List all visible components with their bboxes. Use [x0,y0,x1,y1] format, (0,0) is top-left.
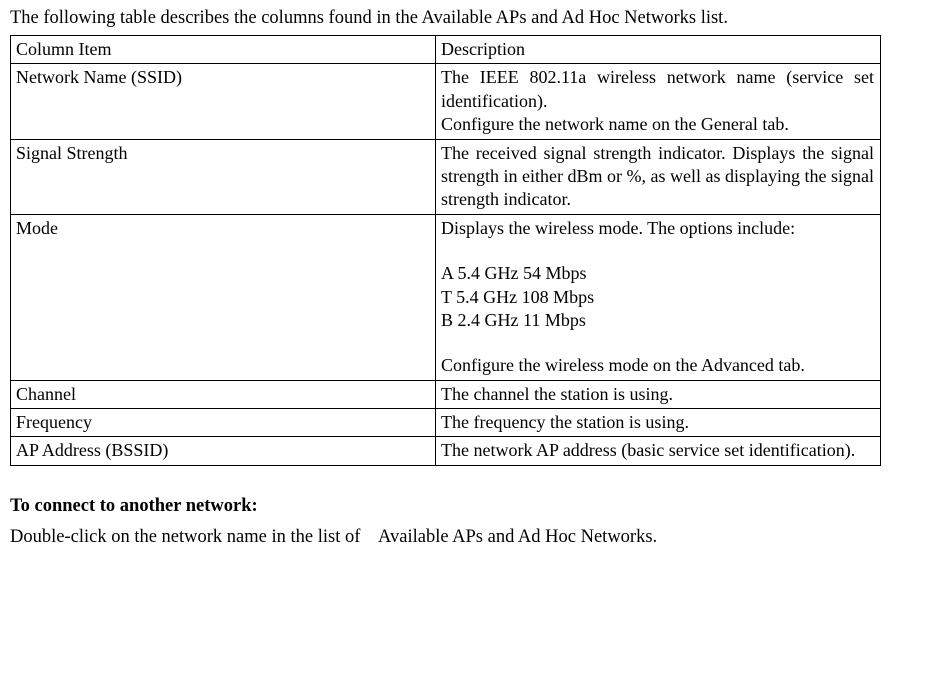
intro-text: The following table describes the column… [10,8,921,29]
row-description: The IEEE 802.11a wireless network name (… [436,64,881,139]
row-description: The network AP address (basic service se… [436,437,881,465]
row-name: AP Address (BSSID) [11,437,436,465]
row-description: The frequency the station is using. [436,409,881,437]
instruction-text: Double-click on the network name in the … [10,527,921,548]
header-description: Description [436,36,881,64]
mode-option: B 2.4 GHz 11 Mbps [441,309,874,332]
table-row: Channel The channel the station is using… [11,380,881,408]
row-description: Displays the wireless mode. The options … [436,214,881,380]
row-name: Channel [11,380,436,408]
mode-option: A 5.4 GHz 54 Mbps [441,262,874,285]
table-row: Mode Displays the wireless mode. The opt… [11,214,881,380]
instruction-part2: Available APs and Ad Hoc Networks. [378,527,657,547]
desc-intro: Displays the wireless mode. The options … [441,217,874,240]
section-heading: To connect to another network: [10,496,921,517]
row-name: Frequency [11,409,436,437]
instruction-part1: Double-click on the network name in the … [10,527,360,547]
row-name: Mode [11,214,436,380]
desc-text: The IEEE 802.11a wireless network name (… [441,66,874,113]
table-row: AP Address (BSSID) The network AP addres… [11,437,881,465]
desc-outro: Configure the wireless mode on the Advan… [441,354,874,377]
table-row: Signal Strength The received signal stre… [11,139,881,214]
table-row: Frequency The frequency the station is u… [11,409,881,437]
header-column-item: Column Item [11,36,436,64]
table-row: Network Name (SSID) The IEEE 802.11a wir… [11,64,881,139]
columns-table: Column Item Description Network Name (SS… [10,35,881,466]
desc-text: Configure the network name on the Genera… [441,113,874,136]
table-header-row: Column Item Description [11,36,881,64]
row-description: The received signal strength indicator. … [436,139,881,214]
mode-option: T 5.4 GHz 108 Mbps [441,286,874,309]
row-description: The channel the station is using. [436,380,881,408]
row-name: Network Name (SSID) [11,64,436,139]
row-name: Signal Strength [11,139,436,214]
